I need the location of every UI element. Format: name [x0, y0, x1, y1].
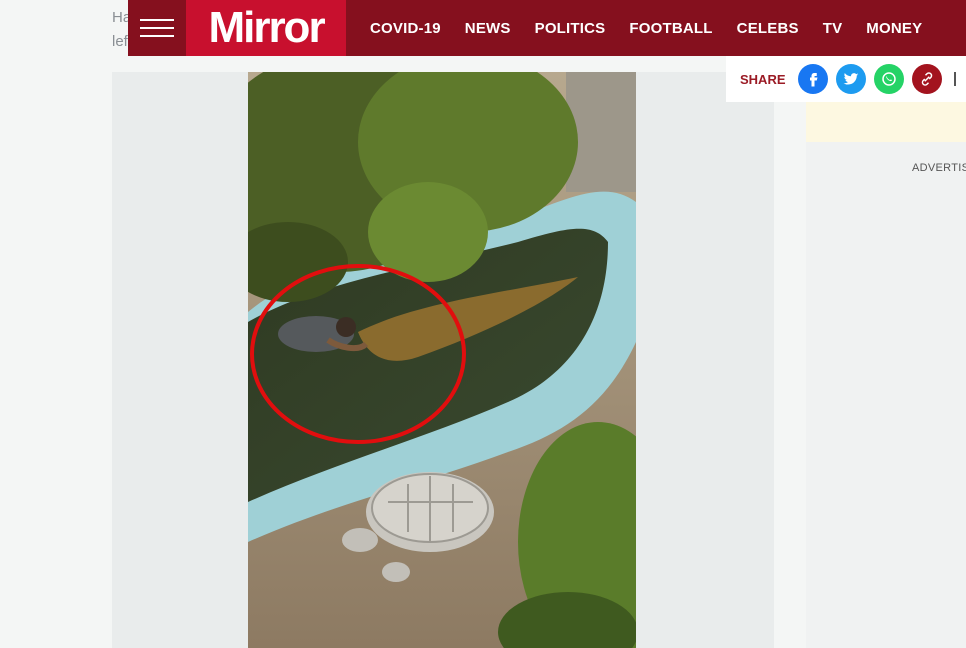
whatsapp-icon[interactable] [873, 64, 904, 94]
main-nav: COVID-19 NEWS POLITICS FOOTBALL CELEBS T… [370, 20, 946, 37]
twitter-icon[interactable] [835, 64, 866, 94]
nav-politics[interactable]: POLITICS [535, 20, 606, 37]
nav-money[interactable]: MONEY [866, 20, 922, 37]
video-frame [248, 72, 636, 648]
share-label: SHARE [740, 71, 786, 87]
nav-celebs[interactable]: CELEBS [737, 20, 799, 37]
article-video[interactable] [248, 72, 636, 648]
nav-football[interactable]: FOOTBALL [629, 20, 712, 37]
facebook-icon[interactable] [797, 64, 828, 94]
mirror-logo[interactable]: Mirror [186, 0, 346, 56]
share-bar: SHARE [726, 56, 966, 102]
sidebar-banner [806, 102, 966, 142]
menu-icon[interactable] [128, 0, 186, 56]
nav-news[interactable]: NEWS [465, 20, 511, 37]
site-header: Mirror COVID-19 NEWS POLITICS FOOTBALL C… [128, 0, 966, 56]
nav-tv[interactable]: TV [823, 20, 843, 37]
nav-covid[interactable]: COVID-19 [370, 20, 441, 37]
advert-label: ADVERTISE [912, 162, 966, 174]
right-sidebar [806, 102, 966, 648]
more-divider [953, 72, 956, 86]
link-icon[interactable] [911, 64, 942, 94]
